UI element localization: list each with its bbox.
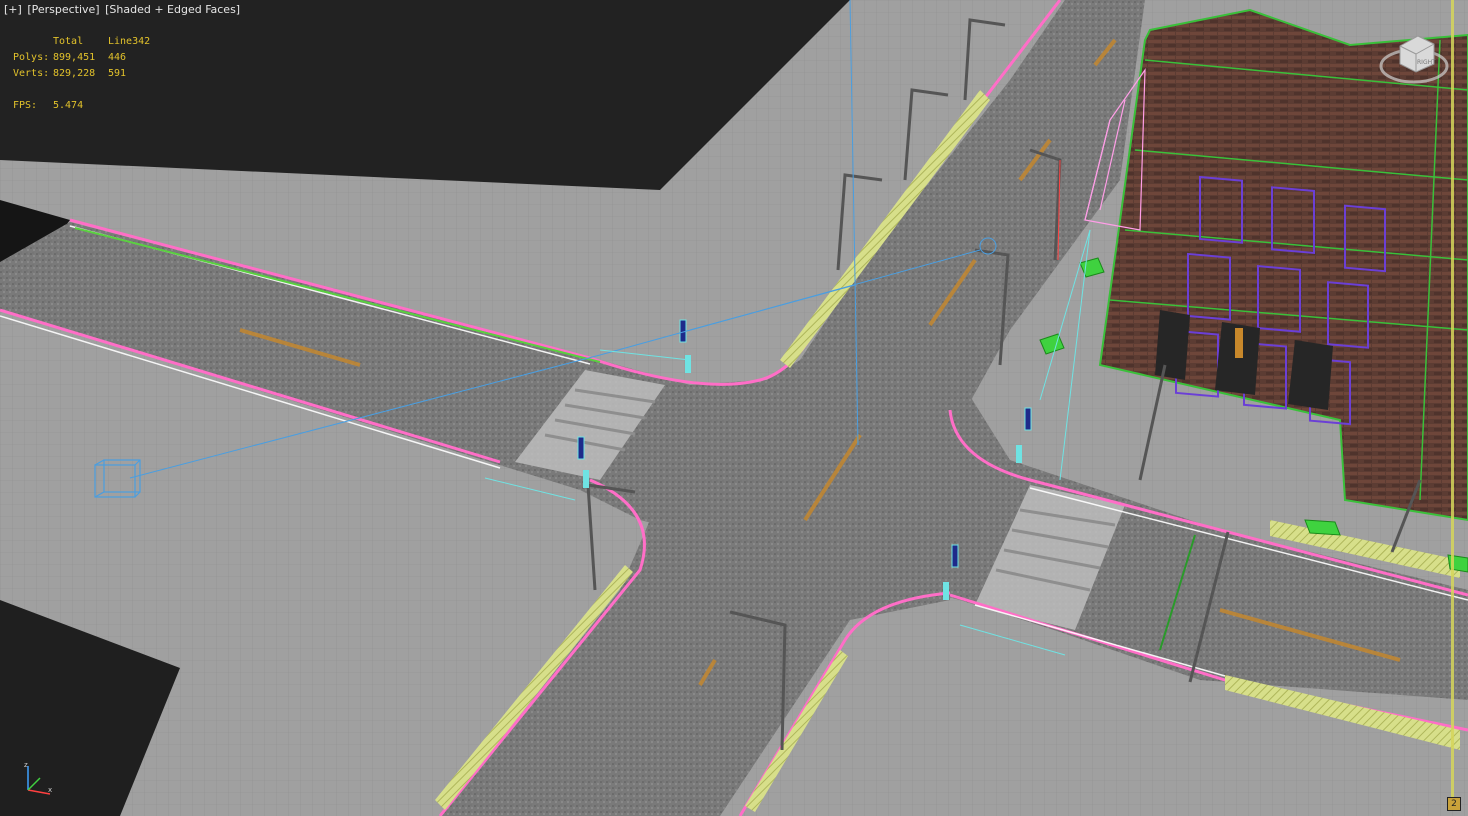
stats-row-verts: Verts: 829,228 591	[13, 66, 168, 82]
svg-text:x: x	[48, 786, 52, 794]
door-accent	[1235, 328, 1243, 358]
axis-tripod-icon: z x	[24, 761, 52, 795]
stats-label: Polys:	[13, 52, 50, 63]
stats-total: 899,451	[53, 52, 96, 63]
viewport-shading-mode[interactable]: [Shaded + Edged Faces]	[105, 3, 240, 16]
viewport-menu-plus[interactable]: [+]	[4, 3, 22, 16]
stats-header-total: Total	[53, 36, 84, 47]
stats-header-blank	[13, 34, 53, 50]
perspective-viewport[interactable]: [+] [Perspective] [Shaded + Edged Faces]…	[0, 0, 1468, 816]
stats-header-selection: Line342	[108, 36, 151, 47]
stats-label: Verts:	[13, 68, 50, 79]
stats-header: Total Line342	[13, 34, 168, 50]
stats-row-polys: Polys: 899,451 446	[13, 50, 168, 66]
stats-selection: 446	[108, 52, 127, 63]
viewport-corner-button[interactable]: 2	[1447, 797, 1461, 811]
svg-text:z: z	[24, 761, 28, 769]
fps-label: FPS:	[13, 100, 38, 111]
stats-selection: 591	[108, 68, 127, 79]
viewport-label-bar: [+] [Perspective] [Shaded + Edged Faces]	[4, 3, 242, 16]
stats-total: 829,228	[53, 68, 96, 79]
fps-value: 5.474	[53, 100, 84, 111]
viewport-statistics: Total Line342 Polys: 899,451 446 Verts: …	[13, 34, 168, 114]
scene-render[interactable]	[0, 0, 1468, 816]
viewport-point-of-view[interactable]: [Perspective]	[27, 3, 99, 16]
stats-row-fps: FPS: 5.474	[13, 98, 168, 114]
viewcube-icon[interactable]: RIGHT	[1378, 28, 1450, 88]
viewcube-face-label: RIGHT	[1417, 59, 1436, 66]
viewport-right-strip	[1451, 0, 1454, 810]
